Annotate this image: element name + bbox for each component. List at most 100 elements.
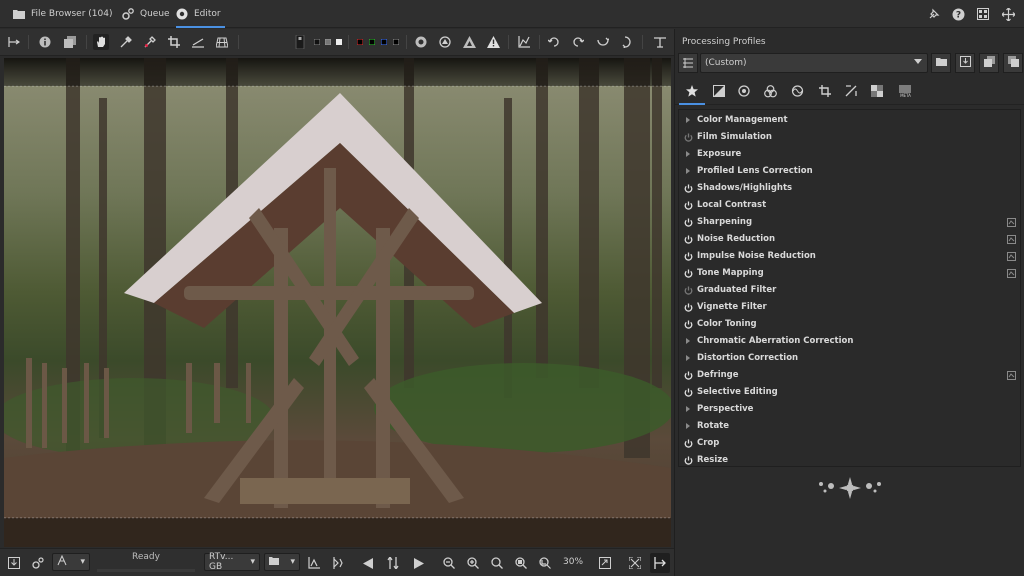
color-picker-icon[interactable] xyxy=(118,34,134,50)
power-on-icon[interactable] xyxy=(683,200,693,210)
zoom-100-icon[interactable] xyxy=(489,555,505,571)
power-on-icon[interactable] xyxy=(683,370,693,380)
power-on-icon[interactable] xyxy=(683,387,693,397)
preview-sync-icon[interactable] xyxy=(1007,269,1016,278)
preview-sync-icon[interactable] xyxy=(1007,218,1016,227)
power-on-icon[interactable] xyxy=(683,183,693,193)
tool-row[interactable]: Vignette Filter xyxy=(679,299,1020,316)
copy-profile-button[interactable] xyxy=(979,53,999,73)
tool-row[interactable]: Exposure xyxy=(679,146,1020,163)
transform-tab-icon[interactable] xyxy=(816,82,834,100)
wavelet-tab-icon[interactable] xyxy=(788,82,806,100)
expand-arrow-icon[interactable] xyxy=(683,353,693,363)
local-tab-icon[interactable] xyxy=(868,82,886,100)
power-on-icon[interactable] xyxy=(683,234,693,244)
flip-vertical-icon[interactable] xyxy=(619,34,635,50)
profile-list-icon[interactable] xyxy=(678,53,698,73)
tool-row[interactable]: Tone Mapping xyxy=(679,265,1020,282)
image-preview[interactable] xyxy=(4,58,671,547)
info-icon[interactable] xyxy=(37,34,53,50)
clip-shadows-icon[interactable] xyxy=(485,34,501,50)
tool-row[interactable]: Sharpening xyxy=(679,214,1020,231)
zoom-in-icon[interactable] xyxy=(465,555,481,571)
panels-icon[interactable] xyxy=(975,6,991,22)
new-detail-window-icon[interactable] xyxy=(597,555,613,571)
meta-tab-icon[interactable]: META xyxy=(896,82,914,100)
rotate-right-icon[interactable] xyxy=(570,34,586,50)
tool-row[interactable]: Film Simulation xyxy=(679,129,1020,146)
color-tab-icon[interactable] xyxy=(761,82,779,100)
tool-row[interactable]: Resize xyxy=(679,452,1020,469)
show-side-panel-icon[interactable] xyxy=(650,553,670,573)
expand-arrow-icon[interactable] xyxy=(683,421,693,431)
power-on-icon[interactable] xyxy=(683,217,693,227)
preview-sync-icon[interactable] xyxy=(1007,371,1016,380)
power-off-icon[interactable] xyxy=(683,285,693,295)
zoom-out-icon[interactable] xyxy=(441,555,457,571)
soft-proof-icon[interactable] xyxy=(437,34,453,50)
tool-row[interactable]: Noise Reduction xyxy=(679,231,1020,248)
snapshot-icon[interactable] xyxy=(652,34,668,50)
gamut-check-icon[interactable] xyxy=(306,555,322,571)
channel-luminance-icon[interactable] xyxy=(388,34,404,50)
sync-browser-icon[interactable] xyxy=(385,555,401,571)
tool-row[interactable]: Rotate xyxy=(679,418,1020,435)
next-image-icon[interactable] xyxy=(410,555,426,571)
before-after-icon[interactable] xyxy=(292,34,308,50)
power-on-icon[interactable] xyxy=(683,319,693,329)
tool-row[interactable]: Selective Editing xyxy=(679,384,1020,401)
tool-row[interactable]: Crop xyxy=(679,435,1020,452)
hand-tool-icon[interactable] xyxy=(93,34,109,50)
history-icon[interactable] xyxy=(62,34,78,50)
power-off-icon[interactable] xyxy=(683,132,693,142)
intent-combo[interactable]: ▾ xyxy=(264,553,300,571)
send-to-queue-icon[interactable] xyxy=(30,555,46,571)
tool-row[interactable]: Graduated Filter xyxy=(679,282,1020,299)
perspective-tool-icon[interactable] xyxy=(214,34,230,50)
hide-side-panel-icon[interactable] xyxy=(6,34,22,50)
tab-editor[interactable]: Editor xyxy=(176,0,225,28)
load-profile-button[interactable] xyxy=(931,53,951,73)
detail-tab-icon[interactable] xyxy=(735,82,753,100)
power-on-icon[interactable] xyxy=(683,455,693,465)
expand-arrow-icon[interactable] xyxy=(683,149,693,159)
histogram-icon[interactable] xyxy=(516,34,532,50)
external-editor-button[interactable]: ▾ xyxy=(52,553,90,571)
zoom-fit-crop-icon[interactable] xyxy=(537,555,553,571)
tab-queue[interactable]: Queue xyxy=(122,0,170,28)
tool-row[interactable]: Perspective xyxy=(679,401,1020,418)
tool-row[interactable]: Defringe xyxy=(679,367,1020,384)
tool-row[interactable]: Local Contrast xyxy=(679,197,1020,214)
white-balance-picker-icon[interactable] xyxy=(142,34,158,50)
save-profile-button[interactable] xyxy=(955,53,975,73)
preview-sync-icon[interactable] xyxy=(1007,252,1016,261)
processing-profile-select[interactable]: (Custom) xyxy=(700,53,928,73)
expand-arrow-icon[interactable] xyxy=(683,336,693,346)
rotate-left-icon[interactable] xyxy=(546,34,562,50)
power-on-icon[interactable] xyxy=(683,251,693,261)
exposure-tab-icon[interactable] xyxy=(710,82,728,100)
fullscreen-toggle-icon[interactable] xyxy=(627,555,643,571)
favorites-tab-icon[interactable] xyxy=(679,82,705,105)
tool-row[interactable]: Distortion Correction xyxy=(679,350,1020,367)
clip-highlights-icon[interactable] xyxy=(461,34,477,50)
tool-row[interactable]: Color Toning xyxy=(679,316,1020,333)
tool-row[interactable]: Chromatic Aberration Correction xyxy=(679,333,1020,350)
preview-sync-icon[interactable] xyxy=(1007,235,1016,244)
flip-horizontal-icon[interactable] xyxy=(595,34,611,50)
tool-row[interactable]: Impulse Noise Reduction xyxy=(679,248,1020,265)
expand-arrow-icon[interactable] xyxy=(683,115,693,125)
save-image-icon[interactable] xyxy=(6,555,22,571)
focus-mask-icon[interactable] xyxy=(413,34,429,50)
tab-file-browser[interactable]: File Browser (104) xyxy=(13,0,112,28)
pin-icon[interactable] xyxy=(926,6,942,22)
tool-row[interactable]: Color Management xyxy=(679,112,1020,129)
help-icon[interactable]: ? xyxy=(950,6,966,22)
soft-proof-toggle-icon[interactable] xyxy=(330,555,346,571)
crop-tool-icon[interactable] xyxy=(166,34,182,50)
tool-row[interactable]: Shadows/Highlights xyxy=(679,180,1020,197)
previous-image-icon[interactable] xyxy=(360,555,376,571)
output-profile-combo[interactable]: RTv... GB ▾ xyxy=(204,552,260,572)
power-on-icon[interactable] xyxy=(683,438,693,448)
straighten-tool-icon[interactable] xyxy=(190,34,206,50)
